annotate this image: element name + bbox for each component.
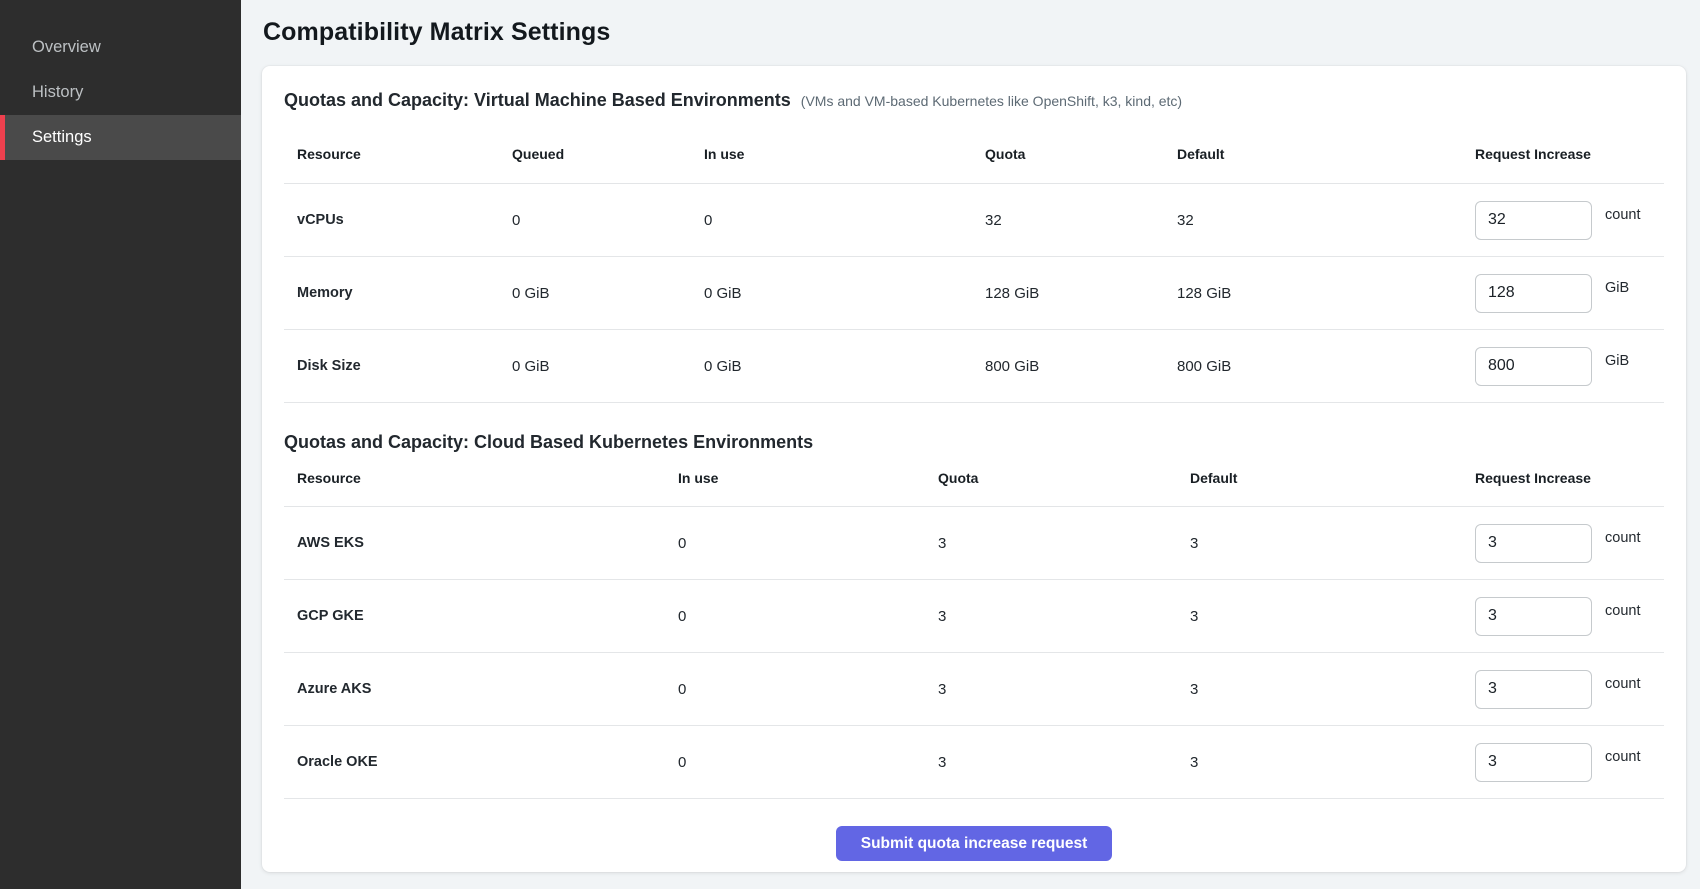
in-use-value: 0: [678, 754, 938, 771]
vm-col-resource: Resource: [284, 146, 512, 162]
unit-label: count: [1605, 530, 1640, 546]
unit-label: GiB: [1605, 353, 1629, 369]
default-value: 3: [1190, 681, 1475, 698]
memory-request-input[interactable]: [1475, 274, 1592, 313]
sidebar: Overview History Settings: [0, 0, 241, 889]
cloud-section-title: Quotas and Capacity: Cloud Based Kuberne…: [284, 432, 813, 453]
cloud-col-in-use: In use: [678, 470, 938, 486]
table-row-aws-eks: AWS EKS 0 3 3 count: [284, 507, 1664, 580]
resource-label: Memory: [284, 285, 512, 301]
quota-value: 128 GiB: [985, 285, 1177, 302]
table-row-oracle-oke: Oracle OKE 0 3 3 count: [284, 726, 1664, 799]
in-use-value: 0: [678, 608, 938, 625]
table-row-azure-aks: Azure AKS 0 3 3 count: [284, 653, 1664, 726]
vm-col-queued: Queued: [512, 146, 704, 162]
quota-value: 3: [938, 608, 1190, 625]
cloud-col-request-increase: Request Increase: [1475, 470, 1664, 486]
table-row-gcp-gke: GCP GKE 0 3 3 count: [284, 580, 1664, 653]
unit-label: count: [1605, 749, 1640, 765]
oracle-oke-request-input[interactable]: [1475, 743, 1592, 782]
in-use-value: 0 GiB: [704, 285, 985, 302]
vm-col-default: Default: [1177, 146, 1475, 162]
table-row-vcpus: vCPUs 0 0 32 32 count: [284, 184, 1664, 257]
vm-col-quota: Quota: [985, 146, 1177, 162]
in-use-value: 0: [678, 681, 938, 698]
aws-eks-request-input[interactable]: [1475, 524, 1592, 563]
cloud-section-header: Quotas and Capacity: Cloud Based Kuberne…: [284, 432, 1664, 454]
resource-label: vCPUs: [284, 212, 512, 228]
queued-value: 0 GiB: [512, 358, 704, 375]
resource-label: Azure AKS: [284, 681, 678, 697]
request-increase-cell: count: [1475, 524, 1664, 563]
main-content: Compatibility Matrix Settings Quotas and…: [241, 0, 1700, 889]
resource-label: Oracle OKE: [284, 754, 678, 770]
request-increase-cell: count: [1475, 597, 1664, 636]
resource-label: Disk Size: [284, 358, 512, 374]
default-value: 3: [1190, 754, 1475, 771]
quota-value: 3: [938, 754, 1190, 771]
cloud-quota-table: Resource In use Quota Default Request In…: [284, 454, 1664, 799]
queued-value: 0: [512, 212, 704, 229]
submit-button-row: Submit quota increase request: [284, 826, 1664, 861]
cloud-col-default: Default: [1190, 470, 1475, 486]
azure-aks-request-input[interactable]: [1475, 670, 1592, 709]
cloud-table-header-row: Resource In use Quota Default Request In…: [284, 454, 1664, 507]
quota-value: 3: [938, 681, 1190, 698]
vcpus-request-input[interactable]: [1475, 201, 1592, 240]
resource-label: AWS EKS: [284, 535, 678, 551]
request-increase-cell: count: [1475, 670, 1664, 709]
table-row-disk-size: Disk Size 0 GiB 0 GiB 800 GiB 800 GiB Gi…: [284, 330, 1664, 403]
vm-col-request-increase: Request Increase: [1475, 146, 1664, 162]
quota-settings-card: Quotas and Capacity: Virtual Machine Bas…: [262, 66, 1686, 872]
cloud-col-quota: Quota: [938, 470, 1190, 486]
quota-value: 800 GiB: [985, 358, 1177, 375]
request-increase-cell: count: [1475, 201, 1664, 240]
sidebar-item-settings[interactable]: Settings: [0, 115, 241, 160]
default-value: 800 GiB: [1177, 358, 1475, 375]
sidebar-item-overview[interactable]: Overview: [0, 25, 241, 70]
unit-label: GiB: [1605, 280, 1629, 296]
table-row-memory: Memory 0 GiB 0 GiB 128 GiB 128 GiB GiB: [284, 257, 1664, 330]
vm-col-in-use: In use: [704, 146, 985, 162]
cloud-col-resource: Resource: [284, 470, 678, 486]
quota-value: 3: [938, 535, 1190, 552]
default-value: 128 GiB: [1177, 285, 1475, 302]
gcp-gke-request-input[interactable]: [1475, 597, 1592, 636]
vm-section-header: Quotas and Capacity: Virtual Machine Bas…: [284, 90, 1664, 112]
default-value: 3: [1190, 535, 1475, 552]
in-use-value: 0: [678, 535, 938, 552]
quota-value: 32: [985, 212, 1177, 229]
vm-quota-table: Resource Queued In use Quota Default Req…: [284, 112, 1664, 403]
disk-size-request-input[interactable]: [1475, 347, 1592, 386]
unit-label: count: [1605, 603, 1640, 619]
unit-label: count: [1605, 207, 1640, 223]
in-use-value: 0: [704, 212, 985, 229]
unit-label: count: [1605, 676, 1640, 692]
vm-section-title: Quotas and Capacity: Virtual Machine Bas…: [284, 90, 791, 111]
sidebar-item-history[interactable]: History: [0, 70, 241, 115]
page-title: Compatibility Matrix Settings: [263, 18, 1686, 47]
vm-section-subtitle: (VMs and VM-based Kubernetes like OpenSh…: [801, 93, 1182, 109]
request-increase-cell: GiB: [1475, 347, 1664, 386]
request-increase-cell: GiB: [1475, 274, 1664, 313]
submit-quota-increase-button[interactable]: Submit quota increase request: [836, 826, 1113, 861]
default-value: 32: [1177, 212, 1475, 229]
in-use-value: 0 GiB: [704, 358, 985, 375]
request-increase-cell: count: [1475, 743, 1664, 782]
default-value: 3: [1190, 608, 1475, 625]
vm-table-header-row: Resource Queued In use Quota Default Req…: [284, 112, 1664, 184]
resource-label: GCP GKE: [284, 608, 678, 624]
queued-value: 0 GiB: [512, 285, 704, 302]
